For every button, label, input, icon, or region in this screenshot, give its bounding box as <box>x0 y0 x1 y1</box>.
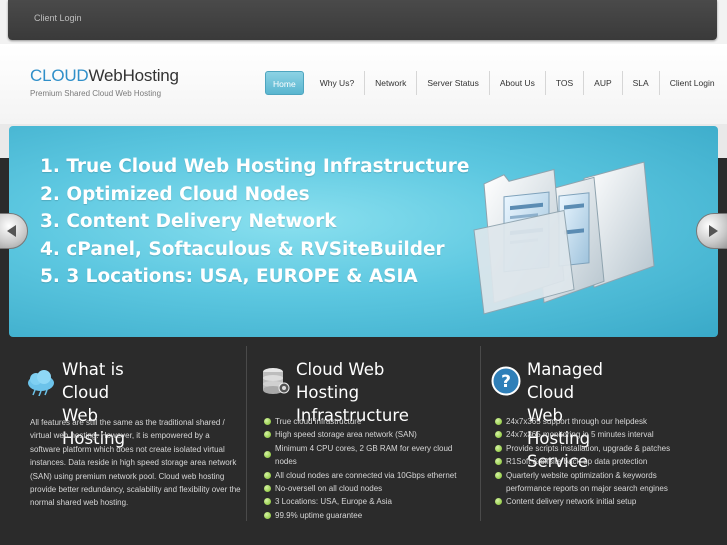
banner-line-5: 5. 3 Locations: USA, EUROPE & ASIA <box>40 266 418 287</box>
logo-brand: CLOUDWebHosting <box>30 66 179 86</box>
infrastructure-list: True cloud infrastructure High speed sto… <box>264 415 464 522</box>
list-item: True cloud infrastructure <box>264 415 464 428</box>
nav-aup[interactable]: AUP <box>584 71 623 95</box>
list-item-text: Content delivery network initial setup <box>506 497 637 507</box>
what-is-cloud-text-line: instances. Data reside in high speed sto… <box>30 458 237 468</box>
nav-sla[interactable]: SLA <box>623 71 660 95</box>
arrow-right-icon <box>709 225 718 237</box>
logo-brand-part1: CLOUD <box>30 66 89 85</box>
list-item-text: Minimum 4 CPU cores, 2 GB RAM for every … <box>275 443 453 467</box>
main-nav: Home Why Us? Network Server Status About… <box>265 71 725 95</box>
list-item-text: No-oversell on all cloud nodes <box>275 484 383 494</box>
bullet-icon <box>264 485 271 493</box>
top-bar: Client Login <box>8 0 717 40</box>
banner-line-2: 2. Optimized Cloud Nodes <box>40 183 310 205</box>
list-item-text: Quarterly website optimization & keyword… <box>506 470 668 494</box>
list-item: Provide scripts installation, upgrade & … <box>495 442 690 455</box>
list-item-text: R1Soft & offsite back-up data protection <box>506 457 648 467</box>
managed-service-list: 24x7x365 support through our helpdesk 24… <box>495 415 690 509</box>
list-item: 24x7x365 monitoring in 5 minutes interva… <box>495 428 690 441</box>
list-item: 3 Locations: USA, Europe & Asia <box>264 495 464 508</box>
slider-next-button[interactable] <box>696 213 727 249</box>
bullet-icon <box>264 450 271 458</box>
logo-brand-part2: WebHosting <box>88 66 179 85</box>
bullet-icon <box>264 418 271 425</box>
list-item: Content delivery network initial setup <box>495 495 690 508</box>
nav-server-status[interactable]: Server Status <box>417 71 490 95</box>
list-item-text: True cloud infrastructure <box>275 417 362 426</box>
list-item: Minimum 4 CPU cores, 2 GB RAM for every … <box>264 442 464 469</box>
bullet-icon <box>264 511 271 519</box>
list-item-text: 3 Locations: USA, Europe & Asia <box>275 497 392 507</box>
banner-line-4: 4. cPanel, Softaculous & RVSiteBuilder <box>40 238 445 260</box>
nav-home[interactable]: Home <box>265 71 304 95</box>
list-item-text: High speed storage area network (SAN) <box>275 430 417 440</box>
list-item: R1Soft & offsite back-up data protection <box>495 455 690 468</box>
list-item: Quarterly website optimization & keyword… <box>495 469 690 496</box>
svg-text:?: ? <box>501 372 511 392</box>
list-item-text: 24x7x365 monitoring in 5 minutes interva… <box>506 430 654 440</box>
list-item: No-oversell on all cloud nodes <box>264 482 464 495</box>
help-question-icon: ? <box>491 366 521 396</box>
folders-illustration <box>473 161 655 315</box>
banner-line-3: 3. Content Delivery Network <box>40 211 337 232</box>
list-item-text: 99.9% uptime guarantee <box>275 510 363 520</box>
cloud-icon <box>28 370 54 396</box>
nav-tos[interactable]: TOS <box>546 71 585 95</box>
site-logo[interactable]: CLOUDWebHosting Premium Shared Cloud Web… <box>30 66 179 98</box>
column-divider <box>246 346 247 521</box>
header: CLOUDWebHosting Premium Shared Cloud Web… <box>0 44 727 124</box>
nav-client-login[interactable]: Client Login <box>660 71 725 95</box>
list-item: 24x7x365 support through our helpdesk <box>495 415 690 428</box>
what-is-cloud-text: All features are still the same as the t… <box>30 416 245 510</box>
list-item-text: All cloud nodes are connected via 10Gbps… <box>275 470 457 480</box>
bullet-icon <box>264 498 271 506</box>
what-is-cloud-text-line: provide better redundancy, scalability a… <box>30 485 241 495</box>
list-item: All cloud nodes are connected via 10Gbps… <box>264 469 464 482</box>
what-is-cloud-text-line: (SAN) using premium network pool. Cloud … <box>30 471 225 481</box>
what-is-cloud-text-line: All features are still the same as the t… <box>30 418 225 427</box>
bullet-icon <box>264 471 271 479</box>
bullet-icon <box>495 458 502 466</box>
arrow-left-icon <box>7 225 16 237</box>
bullet-icon <box>264 431 271 439</box>
list-item-text: Provide scripts installation, upgrade & … <box>506 443 671 453</box>
list-item: 99.9% uptime guarantee <box>264 509 464 522</box>
banner-line-1: 1. True Cloud Web Hosting Infrastructure <box>40 156 470 177</box>
list-item: High speed storage area network (SAN) <box>264 428 464 441</box>
nav-why-us[interactable]: Why Us? <box>310 71 366 95</box>
what-is-cloud-text-line: software platform which does not create … <box>30 444 225 454</box>
bullet-icon <box>495 498 502 506</box>
top-client-login-link[interactable]: Client Login <box>34 13 82 23</box>
hero-banner: 1. True Cloud Web Hosting Infrastructure… <box>9 126 718 337</box>
logo-tagline: Premium Shared Cloud Web Hosting <box>30 89 162 98</box>
bullet-icon <box>495 431 502 439</box>
what-is-cloud-text-line: virtual web hosting. However, it is empo… <box>30 431 210 441</box>
column-divider <box>480 346 481 521</box>
bullet-icon <box>495 444 502 452</box>
list-item-text: 24x7x365 support through our helpdesk <box>506 417 647 426</box>
nav-network[interactable]: Network <box>365 71 418 95</box>
what-is-cloud-text-line: normal shared web hosting. <box>30 498 129 508</box>
infrastructure-title-line1: Cloud Web Hosting <box>296 360 385 402</box>
bullet-icon <box>495 471 502 479</box>
banner-feature-list: 1. True Cloud Web Hosting Infrastructure… <box>40 153 469 291</box>
bullet-icon <box>495 418 502 425</box>
nav-about-us[interactable]: About Us <box>490 71 546 95</box>
server-database-icon <box>263 368 290 394</box>
